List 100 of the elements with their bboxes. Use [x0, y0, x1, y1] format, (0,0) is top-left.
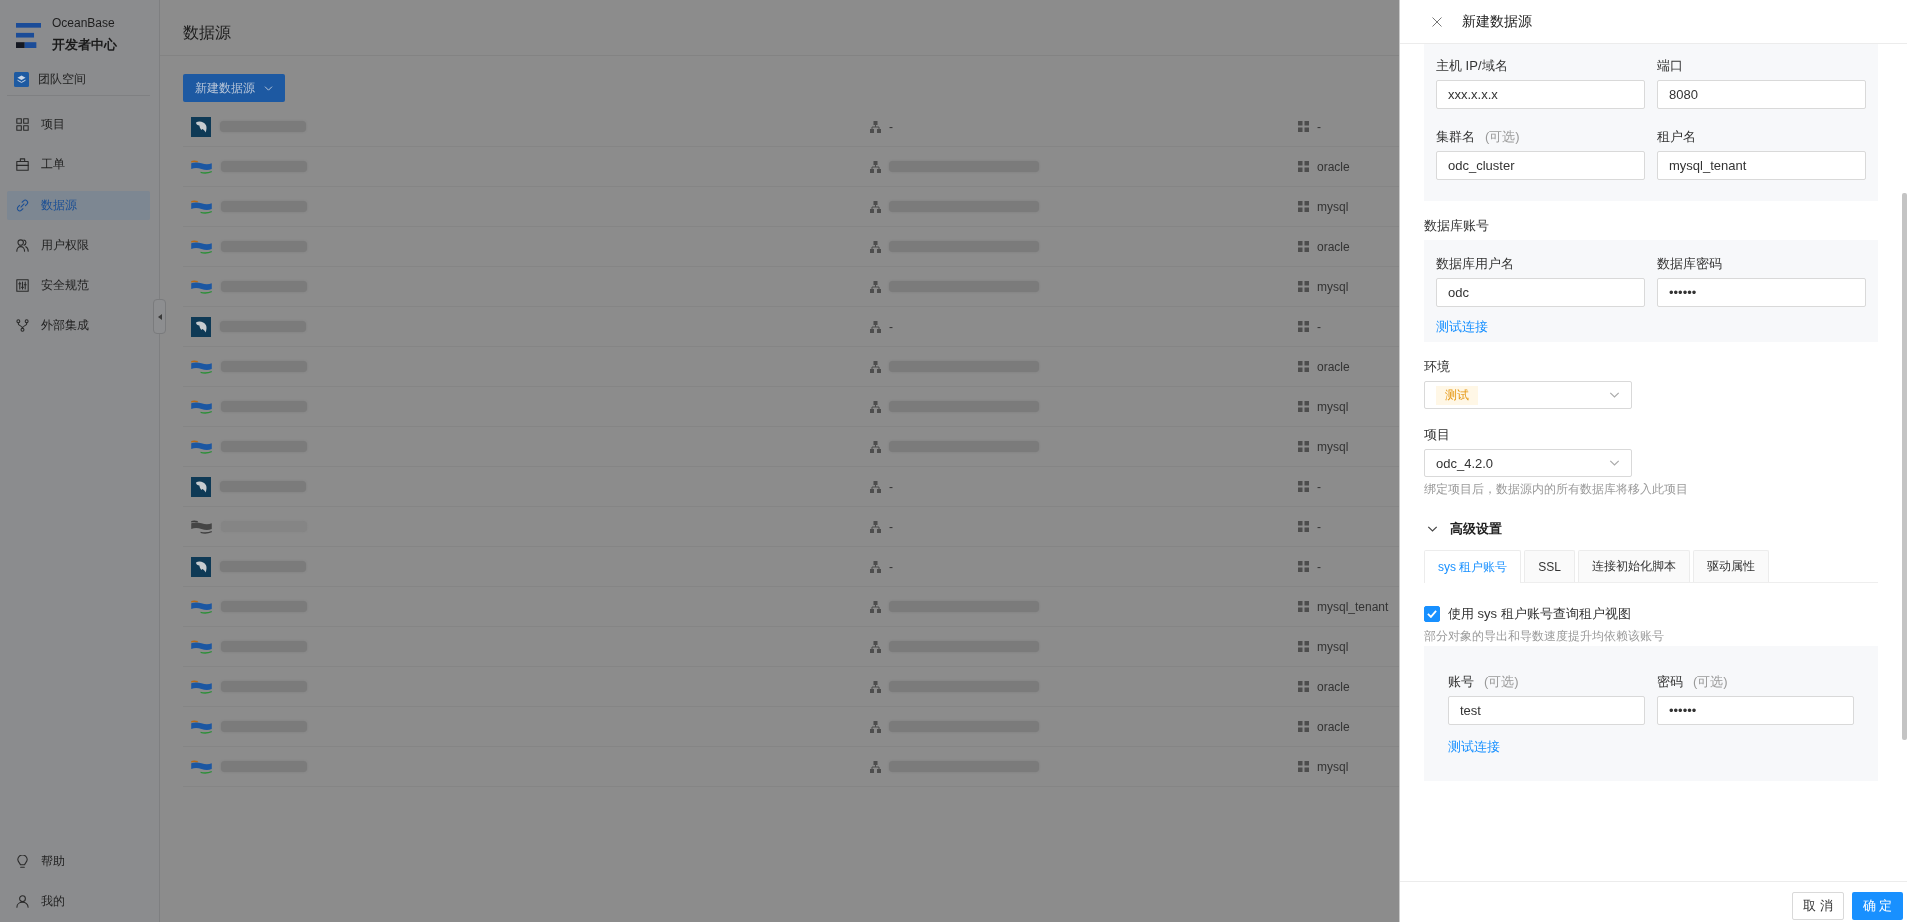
help-text: 绑定项目后，数据源内的所有数据库将移入此项目 — [1424, 481, 1688, 498]
drawer-title: 新建数据源 — [1462, 12, 1532, 31]
tab[interactable]: SSL — [1524, 550, 1576, 582]
input-field[interactable]: mysql_tenant — [1657, 151, 1866, 180]
tenant-text: mysql — [1317, 399, 1349, 414]
menu-item[interactable]: 外部集成 — [7, 311, 150, 341]
optional-hint: (可选) — [1484, 673, 1519, 691]
tenant-text: mysql — [1317, 759, 1349, 774]
hierarchy-icon — [870, 680, 881, 693]
menu-item[interactable]: 项目 — [7, 110, 150, 139]
grid-icon — [1298, 121, 1309, 132]
caret-left-icon — [157, 313, 162, 320]
grid-icon — [1298, 281, 1309, 292]
advanced-settings-toggle[interactable]: 高级设置 — [1424, 519, 1502, 539]
tenant-text: oracle — [1317, 239, 1350, 254]
hierarchy-icon — [870, 640, 881, 653]
grid-icon — [1298, 321, 1309, 332]
tenant-text: mysql — [1317, 639, 1349, 654]
grid-icon — [1298, 481, 1309, 492]
cluster-text: - — [889, 559, 893, 574]
hierarchy-icon — [870, 440, 881, 453]
tenant-text: - — [1317, 119, 1321, 134]
field-label: 集群名 — [1436, 128, 1475, 146]
input-field[interactable]: test — [1448, 696, 1645, 725]
field-label: 密码 — [1657, 673, 1683, 691]
checkbox[interactable] — [1424, 606, 1440, 622]
grid-icon — [1298, 721, 1309, 732]
grid-icon — [1298, 241, 1309, 252]
tenant-text: - — [1317, 479, 1321, 494]
hierarchy-icon — [870, 360, 881, 373]
hierarchy-icon — [870, 760, 881, 773]
field-label: 项目 — [1424, 426, 1450, 444]
hierarchy-icon — [870, 720, 881, 733]
tenant-text: mysql — [1317, 439, 1349, 454]
chevron-down-icon — [264, 85, 273, 91]
optional-hint: (可选) — [1693, 673, 1728, 691]
input-field[interactable]: odc_cluster — [1436, 151, 1645, 180]
menu-item[interactable]: 我的 — [7, 887, 150, 916]
hierarchy-icon — [870, 280, 881, 293]
cluster-text: - — [889, 319, 893, 334]
user-icon — [16, 895, 29, 908]
hierarchy-icon — [870, 560, 881, 573]
grid-icon — [1298, 161, 1309, 172]
input-field[interactable]: •••••• — [1657, 278, 1866, 307]
tenant-text: oracle — [1317, 159, 1350, 174]
hierarchy-icon — [870, 400, 881, 413]
grid-icon — [1298, 521, 1309, 532]
workspace-label[interactable]: 团队空间 — [38, 70, 86, 88]
tenant-text: - — [1317, 559, 1321, 574]
input-field[interactable]: •••••• — [1657, 696, 1854, 725]
chevron-down-icon — [1609, 392, 1620, 398]
menu-item[interactable]: 用户权限 — [7, 230, 150, 260]
tab[interactable]: 驱动属性 — [1693, 550, 1770, 582]
field-label: 端口 — [1657, 57, 1683, 75]
field-label: 主机 IP/域名 — [1436, 57, 1508, 75]
confirm-button[interactable]: 确 定 — [1852, 892, 1903, 920]
collapse-button[interactable] — [153, 299, 166, 334]
menu-item[interactable]: 工单 — [7, 150, 150, 180]
cancel-button[interactable]: 取 消 — [1792, 892, 1844, 920]
sliders-icon — [16, 279, 29, 293]
grid-icon — [16, 118, 29, 131]
hierarchy-icon — [870, 320, 881, 333]
grid-icon — [1298, 601, 1309, 612]
tenant-text: - — [1317, 519, 1321, 534]
brand-name: OceanBase — [52, 15, 116, 32]
brand-subtitle: 开发者中心 — [52, 36, 117, 54]
input-field[interactable]: 8080 — [1657, 80, 1866, 109]
bars-logo-icon — [16, 22, 41, 48]
checkmark-icon — [1427, 610, 1437, 618]
grid-icon — [1298, 441, 1309, 452]
grid-icon — [1298, 681, 1309, 692]
cluster-text: - — [889, 479, 893, 494]
project-select[interactable]: odc_4.2.0 — [1424, 449, 1632, 477]
tab[interactable]: 连接初始化脚本 — [1578, 550, 1691, 582]
tab[interactable]: sys 租户账号 — [1424, 550, 1522, 583]
test-connection-link[interactable]: 测试连接 — [1448, 737, 1500, 757]
grid-icon — [1298, 761, 1309, 772]
optional-hint: (可选) — [1485, 128, 1520, 146]
lightbulb-icon — [16, 854, 29, 868]
close-button[interactable] — [1432, 16, 1442, 27]
environment-tag: 测试 — [1436, 385, 1478, 405]
input-field[interactable]: odc — [1436, 278, 1645, 307]
cluster-text: - — [889, 519, 893, 534]
hierarchy-icon — [870, 200, 881, 213]
field-label: 数据库密码 — [1657, 255, 1722, 273]
briefcase-icon — [16, 158, 29, 172]
section-heading: 数据库账号 — [1424, 217, 1489, 235]
chevron-down-icon — [1427, 526, 1438, 532]
test-connection-link[interactable]: 测试连接 — [1436, 317, 1488, 337]
hierarchy-icon — [870, 600, 881, 613]
page-title: 数据源 — [183, 23, 231, 43]
menu-item[interactable]: 安全规范 — [7, 271, 150, 301]
scrollbar-thumb[interactable] — [1902, 193, 1907, 740]
new-datasource-button[interactable]: 新建数据源 — [183, 74, 285, 102]
field-label: 环境 — [1424, 358, 1450, 376]
hierarchy-icon — [870, 120, 881, 133]
tenant-text: oracle — [1317, 679, 1350, 694]
cluster-text: - — [889, 119, 893, 134]
input-field[interactable]: xxx.x.x.x — [1436, 80, 1645, 109]
menu-item[interactable]: 帮助 — [7, 846, 150, 876]
